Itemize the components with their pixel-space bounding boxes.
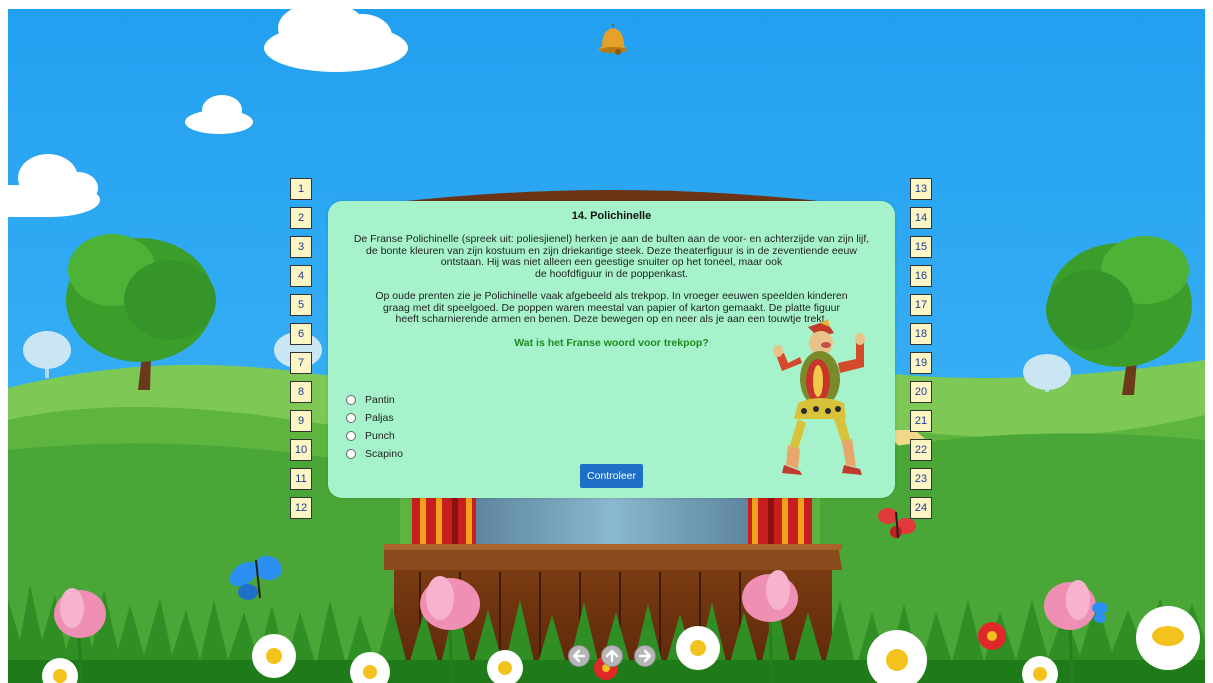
question-button-11[interactable]: 11	[290, 468, 312, 490]
question-button-23[interactable]: 23	[910, 468, 932, 490]
curtain-right	[748, 495, 812, 551]
answer-label: Pantin	[365, 394, 395, 406]
question-button-18[interactable]: 18	[910, 323, 932, 345]
paragraph-line: ontstaan. Hij was niet alleen een geesti…	[440, 256, 783, 268]
polichinelle-puppet-illustration	[773, 319, 865, 475]
radio-button[interactable]	[346, 413, 356, 423]
answer-option-scapino[interactable]: Scapino	[346, 447, 403, 461]
answer-option-paljas[interactable]: Paljas	[346, 411, 394, 425]
paragraph-line: de hoofdfiguur in de poppenkast.	[535, 267, 688, 280]
answer-label: Paljas	[365, 412, 394, 424]
lesson-paragraph-1: De Franse Polichinelle (spreek uit: poli…	[348, 233, 875, 280]
arrow-right-icon	[638, 649, 652, 663]
radio-button[interactable]	[346, 431, 356, 441]
question-button-17[interactable]: 17	[910, 294, 932, 316]
daisy	[252, 634, 296, 678]
home-up-button[interactable]	[601, 645, 623, 667]
arrow-left-icon	[572, 649, 586, 663]
question-button-16[interactable]: 16	[910, 265, 932, 287]
paragraph-line: Op oude prenten zie je Polichinelle vaak…	[375, 290, 848, 302]
radio-button[interactable]	[346, 395, 356, 405]
next-button[interactable]	[634, 645, 656, 667]
daisy	[676, 626, 720, 670]
arrow-up-icon	[605, 649, 619, 663]
answer-option-punch[interactable]: Punch	[346, 429, 395, 443]
question-button-21[interactable]: 21	[910, 410, 932, 432]
check-answer-button[interactable]: Controleer	[580, 464, 643, 488]
answer-label: Punch	[365, 430, 395, 442]
question-button-20[interactable]: 20	[910, 381, 932, 403]
curtain-left	[412, 495, 476, 551]
question-button-3[interactable]: 3	[290, 236, 312, 258]
question-button-12[interactable]: 12	[290, 497, 312, 519]
lesson-title: 14. Polichinelle	[571, 210, 652, 222]
question-button-4[interactable]: 4	[290, 265, 312, 287]
question-button-7[interactable]: 7	[290, 352, 312, 374]
question-button-8[interactable]: 8	[290, 381, 312, 403]
previous-button[interactable]	[568, 645, 590, 667]
question-button-6[interactable]: 6	[290, 323, 312, 345]
answer-option-pantin[interactable]: Pantin	[346, 393, 395, 407]
question-button-1[interactable]: 1	[290, 178, 312, 200]
answer-label: Scapino	[365, 448, 403, 460]
question-button-24[interactable]: 24	[910, 497, 932, 519]
question-button-15[interactable]: 15	[910, 236, 932, 258]
question-button-13[interactable]: 13	[910, 178, 932, 200]
paragraph-line: De Franse Polichinelle (spreek uit: poli…	[353, 233, 870, 245]
question-button-14[interactable]: 14	[910, 207, 932, 229]
question-button-10[interactable]: 10	[290, 439, 312, 461]
quiz-panel: 14. Polichinelle De Franse Polichinelle …	[328, 201, 895, 498]
question-button-19[interactable]: 19	[910, 352, 932, 374]
radio-button[interactable]	[346, 449, 356, 459]
daisy	[1136, 606, 1200, 670]
question-button-5[interactable]: 5	[290, 294, 312, 316]
red-flower	[978, 622, 1006, 650]
question-button-22[interactable]: 22	[910, 439, 932, 461]
question-button-2[interactable]: 2	[290, 207, 312, 229]
question-button-9[interactable]: 9	[290, 410, 312, 432]
scene: 1 2 3 4 5 6 7 8 9 10 11 12 13 14 15 16 1…	[0, 0, 1213, 683]
